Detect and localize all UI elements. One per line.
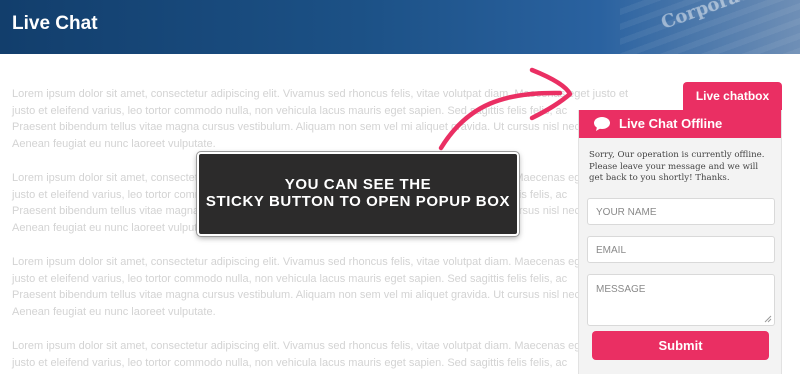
message-placeholder: MESSAGE bbox=[596, 284, 646, 295]
name-field[interactable]: YOUR NAME bbox=[587, 198, 775, 225]
chat-header-title: Live Chat Offline bbox=[619, 116, 723, 131]
live-chatbox-tab[interactable]: Live chatbox bbox=[683, 82, 782, 110]
email-placeholder: EMAIL bbox=[596, 245, 627, 256]
site-header: Corporate Live Chat bbox=[0, 0, 800, 54]
callout-line: STICKY BUTTON TO OPEN POPUP BOX bbox=[205, 193, 511, 210]
offline-message: Sorry, Our operation is currently offlin… bbox=[589, 150, 765, 183]
email-field[interactable]: EMAIL bbox=[587, 236, 775, 263]
paragraph-line: Lorem ipsum dolor sit amet, consectetur … bbox=[12, 88, 629, 100]
info-callout: YOU CAN SEE THE STICKY BUTTON TO OPEN PO… bbox=[197, 152, 519, 236]
chat-header: Live Chat Offline bbox=[579, 110, 781, 138]
resize-handle-icon[interactable] bbox=[764, 315, 772, 323]
speech-bubble-icon bbox=[594, 117, 610, 131]
callout-line: YOU CAN SEE THE bbox=[284, 176, 432, 193]
message-field[interactable]: MESSAGE bbox=[587, 274, 775, 326]
name-placeholder: YOUR NAME bbox=[596, 207, 657, 218]
page-title: Live Chat bbox=[12, 13, 98, 34]
chat-panel: Live Chat Offline Sorry, Our operation i… bbox=[578, 110, 782, 374]
submit-button[interactable]: Submit bbox=[592, 331, 769, 360]
